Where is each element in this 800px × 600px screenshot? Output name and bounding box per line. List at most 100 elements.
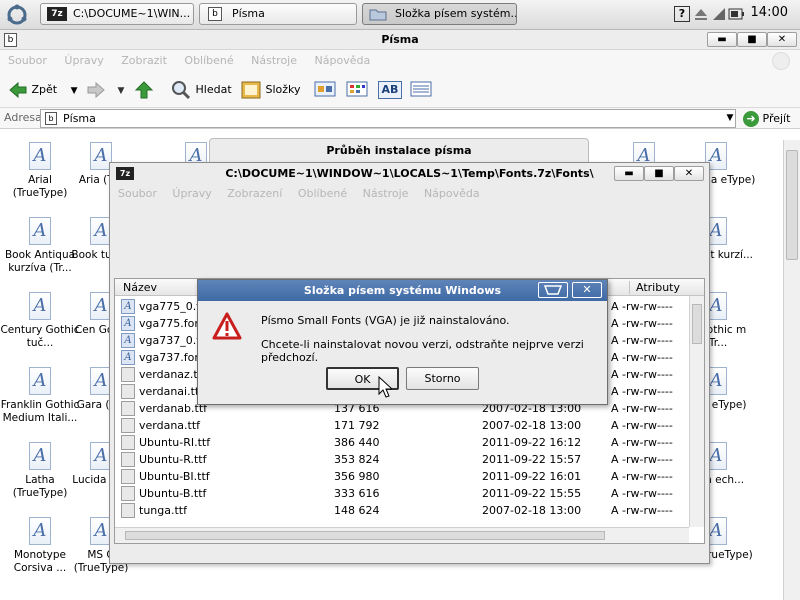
menu-upravy[interactable]: Úpravy [164, 185, 215, 200]
cancel-button[interactable]: Storno [406, 367, 479, 390]
font-item-label: Latha (TrueType) [12, 474, 68, 499]
dialog-help-button[interactable] [538, 282, 568, 298]
column-name[interactable]: Název [123, 281, 157, 294]
file-name: Ubuntu-B.ttf [139, 487, 207, 500]
menu-upravy[interactable]: Úpravy [56, 50, 109, 67]
progress-window-title: Průběh instalace písma [326, 144, 472, 157]
search-button[interactable]: Hledat [170, 79, 232, 101]
file-name: verdanai.ttf [139, 385, 204, 398]
scroll-thumb[interactable] [125, 531, 605, 540]
minimize-button[interactable]: ▬ [707, 32, 737, 47]
file-icon [121, 384, 135, 399]
list-vertical-scrollbar[interactable] [689, 296, 704, 527]
view-tiles-button[interactable] [346, 79, 368, 101]
maximize-button[interactable]: ■ [737, 32, 767, 47]
go-arrow-icon: ➜ [743, 111, 759, 127]
file-row[interactable]: Ubuntu-BI.ttf 356 980 2011-09-22 16:01 A -r… [115, 468, 690, 485]
taskbar-item-fonts-folder[interactable]: Složka písem systém... [362, 3, 517, 25]
help-icon[interactable]: ? [674, 6, 690, 22]
file-date: 2011-09-22 15:55 [482, 487, 582, 500]
list-horizontal-scrollbar[interactable] [115, 527, 689, 543]
scroll-thumb[interactable] [692, 304, 702, 344]
taskbar-item-label: Složka písem systém... [395, 7, 517, 20]
menu-nastroje[interactable]: Nástroje [243, 50, 303, 67]
file-size: 171 792 [334, 419, 380, 432]
menu-napoveda[interactable]: Nápověda [416, 185, 484, 200]
forward-button[interactable]: ▼ [86, 79, 124, 101]
folder-b-icon: b [208, 7, 222, 21]
font-file-icon: A [121, 333, 135, 348]
menu-napoveda[interactable]: Nápověda [307, 50, 377, 67]
file-row[interactable]: verdana.ttf 171 792 2007-02-18 13:00 A -rw-… [115, 417, 690, 434]
file-attr: A -rw-rw---- [611, 470, 673, 483]
menu-oblibene[interactable]: Oblíbené [176, 50, 239, 67]
folders-icon [241, 81, 261, 99]
font-file-icon: A [29, 217, 51, 245]
font-item-label: Monotype Corsiva ... [13, 549, 67, 574]
column-attributes[interactable]: Atributy [629, 281, 680, 294]
chevron-down-icon[interactable]: ▼ [118, 86, 125, 96]
archive-window-title: C:\DOCUME~1\WINDOW~1\LOCALS~1\Temp\Fonts… [225, 167, 594, 180]
dialog-close-button[interactable]: ✕ [572, 282, 602, 298]
font-file-icon: A [121, 316, 135, 331]
file-icon [121, 418, 135, 433]
dialog-titlebar[interactable]: Složka písem systému Windows ✕ [198, 280, 607, 301]
taskbar-item-label: C:\DOCUME~1\WIN... [73, 7, 191, 20]
taskbar-item-fonts[interactable]: b Písma [199, 3, 357, 25]
menu-nastroje[interactable]: Nástroje [355, 185, 413, 200]
file-name: verdanaz.ttf [139, 368, 206, 381]
file-size: 353 824 [334, 453, 380, 466]
menu-zobrazit[interactable]: Zobrazit [113, 50, 173, 67]
file-row[interactable]: Ubuntu-RI.ttf 386 440 2011-09-22 16:12 A -r… [115, 434, 690, 451]
clock: 14:00 [750, 5, 788, 20]
file-row[interactable]: tunga.ttf 148 624 2007-02-18 13:00 A -rw-rw… [115, 502, 690, 519]
menu-soubor[interactable]: Soubor [110, 185, 161, 200]
up-button[interactable] [134, 79, 154, 101]
network-icon[interactable] [711, 6, 727, 22]
file-icon [121, 367, 135, 382]
file-row[interactable]: Ubuntu-B.ttf 333 616 2011-09-22 15:55 A -rw… [115, 485, 690, 502]
up-arrow-icon [134, 81, 154, 99]
view-details-button[interactable] [410, 79, 432, 101]
hat-icon [543, 285, 563, 295]
address-dropdown-button[interactable]: ▼ [724, 111, 736, 126]
archive-titlebar[interactable]: 7z C:\DOCUME~1\WINDOW~1\LOCALS~1\Temp\Fo… [110, 163, 709, 185]
tiles-icon [346, 81, 368, 97]
view-thumbnails-button[interactable] [314, 79, 336, 101]
menu-soubor[interactable]: Soubor [0, 50, 53, 67]
maximize-button[interactable]: ■ [644, 166, 674, 181]
view-fonts-button[interactable]: AB [378, 79, 402, 101]
file-size: 148 624 [334, 504, 380, 517]
window-titlebar[interactable]: b Písma ▬ ■ ✕ [0, 30, 800, 50]
start-menu-icon[interactable] [6, 4, 28, 26]
file-attr: A -rw-rw---- [611, 487, 673, 500]
file-size: 356 980 [334, 470, 380, 483]
address-field[interactable]: b Písma [40, 109, 736, 128]
back-arrow-icon [9, 81, 27, 99]
eject-icon[interactable] [693, 6, 709, 22]
file-icon [121, 435, 135, 450]
menu-oblibene[interactable]: Oblíbené [290, 185, 351, 200]
taskbar-item-archive[interactable]: 7z C:\DOCUME~1\WIN... [40, 3, 194, 25]
file-attr: A -rw-rw---- [611, 300, 673, 313]
close-button[interactable]: ✕ [674, 166, 704, 181]
font-file-icon: A [29, 142, 51, 170]
file-attr: A -rw-rw---- [611, 402, 673, 415]
folders-button[interactable]: Složky [240, 79, 301, 101]
file-attr: A -rw-rw---- [611, 368, 673, 381]
font-file-icon: A [29, 367, 51, 395]
go-button[interactable]: ➜ Přejít [743, 109, 790, 128]
vertical-scrollbar[interactable] [783, 140, 800, 600]
file-icon [121, 503, 135, 518]
file-attr: A -rw-rw---- [611, 419, 673, 432]
minimize-button[interactable]: ▬ [614, 166, 644, 181]
scroll-thumb[interactable] [786, 150, 798, 260]
battery-icon[interactable] [728, 6, 744, 22]
chevron-down-icon[interactable]: ▼ [71, 86, 78, 96]
back-button[interactable]: Zpět ▼ [8, 79, 78, 101]
file-row[interactable]: Ubuntu-R.ttf 353 824 2011-09-22 15:57 A -rw… [115, 451, 690, 468]
close-button[interactable]: ✕ [767, 32, 797, 47]
file-attr: A -rw-rw---- [611, 385, 673, 398]
forward-arrow-icon [87, 81, 105, 99]
menu-zobrazeni[interactable]: Zobrazení [219, 185, 286, 200]
